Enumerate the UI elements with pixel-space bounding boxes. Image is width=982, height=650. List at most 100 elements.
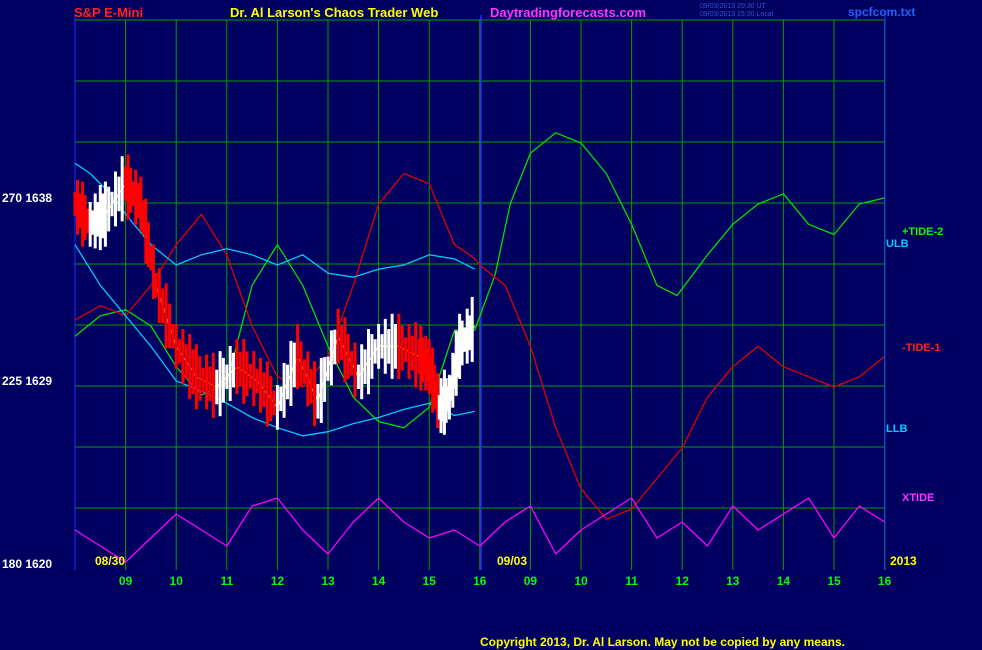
price-bar (336, 308, 340, 364)
date-left: 08/30 (95, 554, 126, 568)
price-bar (269, 376, 273, 421)
price-bar (414, 322, 418, 388)
x-tick-label: 13 (321, 574, 335, 588)
price-bar (309, 369, 313, 404)
price-bar (255, 368, 259, 394)
chart-title: S&P E-Mini (74, 5, 144, 20)
timestamp-local: 09/03/2013 15:30 Local (700, 11, 774, 18)
price-bar (363, 349, 367, 384)
price-bar (101, 193, 105, 239)
timestamp-ut: 09/03/2013 20:30 UT (700, 3, 766, 10)
x-tick-label: 11 (220, 574, 233, 588)
price-bar (323, 357, 327, 402)
tide-chart: 09 10 11 12 13 14 15 16 09 10 11 12 13 14 15 16 (73, 15, 892, 588)
price-bar (235, 339, 239, 395)
price-bar (191, 349, 195, 395)
price-bar (93, 193, 97, 249)
price-bar (380, 334, 384, 359)
x-tick-label: 14 (777, 574, 791, 588)
label-xtide: XTIDE (902, 492, 935, 504)
price-bar (238, 351, 242, 387)
price-bar (134, 169, 138, 225)
price-bar (262, 372, 266, 407)
price-bar (103, 181, 107, 247)
price-bar (407, 324, 411, 379)
price-bar (157, 268, 161, 323)
x-tick-label: 09 (119, 574, 133, 588)
x-tick-label: 12 (676, 574, 690, 588)
price-bar (178, 339, 182, 364)
x-tick-label: 12 (271, 574, 285, 588)
x-tick-label: 13 (726, 574, 740, 588)
price-bar (367, 329, 370, 395)
price-bar (221, 357, 225, 403)
price-bar (83, 195, 87, 240)
price-bar (387, 329, 391, 364)
date-mid: 09/03 (497, 554, 528, 568)
price-bar (410, 335, 414, 371)
price-bar (154, 273, 158, 298)
price-bar (252, 351, 256, 406)
author-title: Dr. Al Larson's Chaos Trader Web (230, 5, 439, 20)
price-bar (333, 329, 337, 365)
price-bar (326, 356, 330, 381)
label-ulb: ULB (886, 238, 909, 250)
price-bar (353, 342, 357, 398)
price-bar (161, 288, 165, 323)
x-tick-label: 16 (878, 574, 892, 588)
price-bar (306, 351, 310, 407)
price-bar (289, 340, 293, 406)
price-bar (184, 344, 188, 379)
price-bar (208, 366, 212, 401)
x-tick-label: 15 (423, 574, 437, 588)
x-tick-labels: 09 10 11 12 13 14 15 16 09 10 11 12 13 14 15 16 (119, 574, 892, 588)
price-bar (275, 385, 279, 430)
price-bar (370, 334, 374, 379)
price-bar (346, 334, 350, 379)
price-bar (218, 351, 222, 417)
price-bar (198, 356, 202, 401)
price-bar (463, 327, 467, 352)
price-bar (120, 156, 124, 222)
site-link[interactable]: Daytradingforecasts.com (490, 5, 646, 20)
price-bar (373, 339, 377, 364)
x-tick-label: 10 (170, 574, 184, 588)
price-bar (114, 171, 117, 227)
price-bar (313, 361, 316, 427)
price-bar (404, 337, 408, 362)
price-bar (245, 351, 249, 397)
year-label: 2013 (890, 554, 917, 568)
copyright-notice: Copyright 2013, Dr. Al Larson. May not b… (480, 635, 845, 649)
price-bar (107, 186, 111, 232)
x-tick-label: 15 (827, 574, 841, 588)
price-bar (390, 313, 394, 379)
price-bar (356, 364, 360, 389)
data-file-name: spcfcom.txt (848, 5, 916, 19)
price-bar (194, 344, 198, 410)
price-bar (248, 364, 252, 389)
price-bar (343, 317, 347, 383)
x-tick-label: 09 (524, 574, 538, 588)
price-bar (340, 325, 343, 361)
price-bar (400, 325, 404, 371)
price-bar (171, 324, 175, 349)
price-bar (397, 313, 401, 379)
price-bar (164, 283, 168, 349)
price-bar (151, 244, 155, 300)
x-tick-label: 10 (574, 574, 588, 588)
price-bar (232, 352, 235, 388)
price-bar (470, 296, 474, 362)
label-llb: LLB (886, 423, 908, 435)
price-bar (259, 357, 262, 413)
price-bar (168, 303, 171, 349)
price-bar (144, 198, 148, 264)
price-bar (377, 324, 381, 369)
price-bar (383, 318, 387, 374)
price-bar (316, 384, 320, 419)
price-bar (329, 330, 333, 386)
price-bar (350, 351, 354, 376)
price-bar (205, 354, 209, 410)
price-bar (76, 179, 79, 235)
price-bar (242, 338, 246, 404)
price-bar (279, 386, 283, 412)
